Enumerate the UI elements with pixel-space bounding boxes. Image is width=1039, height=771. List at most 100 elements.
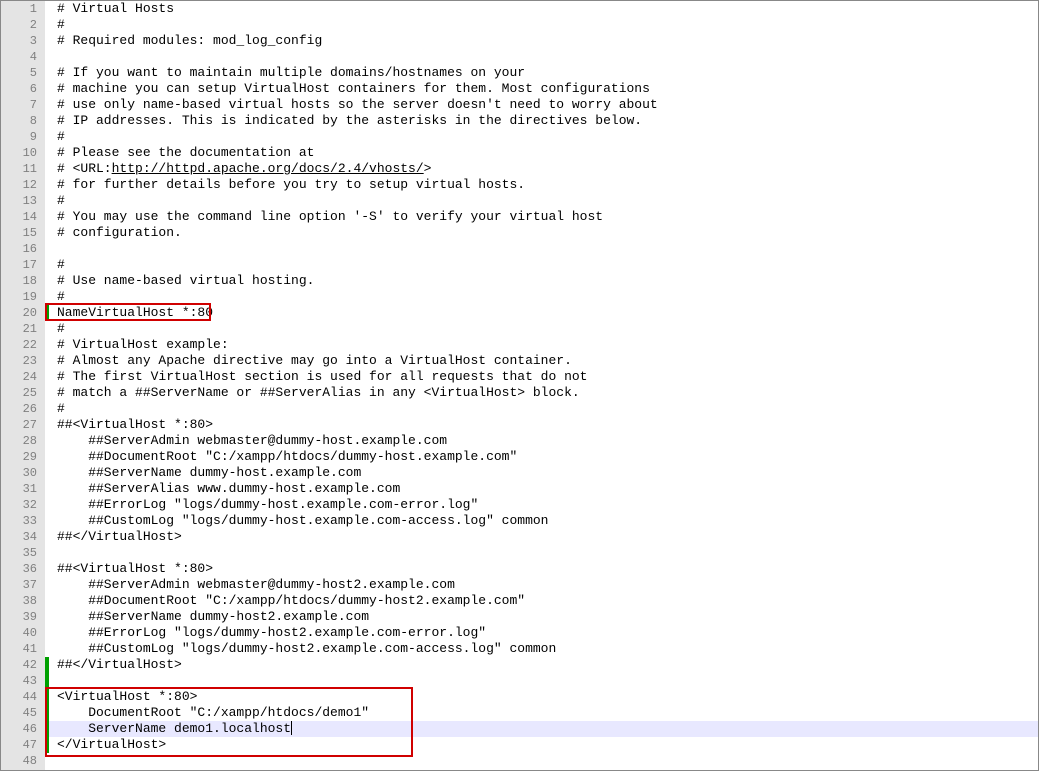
code-line[interactable]: # (45, 193, 1038, 209)
code-line[interactable]: # (45, 289, 1038, 305)
code-line[interactable]: ##ErrorLog "logs/dummy-host2.example.com… (45, 625, 1038, 641)
code-line[interactable]: # (45, 321, 1038, 337)
code-line[interactable]: # for further details before you try to … (45, 177, 1038, 193)
line-number: 4 (1, 49, 45, 65)
code-text: # (45, 321, 65, 336)
line-number: 25 (1, 385, 45, 401)
code-text: ##ErrorLog "logs/dummy-host2.example.com… (45, 625, 486, 640)
line-number: 42 (1, 657, 45, 673)
code-line[interactable]: ##ServerAdmin webmaster@dummy-host2.exam… (45, 577, 1038, 593)
code-text: # Virtual Hosts (45, 1, 174, 16)
line-number: 12 (1, 177, 45, 193)
line-number: 47 (1, 737, 45, 753)
code-line[interactable]: <VirtualHost *:80> (45, 689, 1038, 705)
line-number: 44 (1, 689, 45, 705)
code-line[interactable]: ##</VirtualHost> (45, 657, 1038, 673)
line-number: 34 (1, 529, 45, 545)
code-editor[interactable]: 1234567891011121314151617181920212223242… (1, 1, 1038, 770)
code-line[interactable] (45, 545, 1038, 561)
code-line[interactable]: # Almost any Apache directive may go int… (45, 353, 1038, 369)
line-number: 1 (1, 1, 45, 17)
code-text: # use only name-based virtual hosts so t… (45, 97, 658, 112)
code-line[interactable]: NameVirtualHost *:80 (45, 305, 1038, 321)
code-text: ##<VirtualHost *:80> (45, 561, 213, 576)
code-text: # (45, 17, 65, 32)
code-text: ##DocumentRoot "C:/xampp/htdocs/dummy-ho… (45, 449, 517, 464)
line-number: 15 (1, 225, 45, 241)
code-line[interactable]: ##DocumentRoot "C:/xampp/htdocs/dummy-ho… (45, 449, 1038, 465)
code-text: </VirtualHost> (45, 737, 166, 752)
code-line[interactable]: # machine you can setup VirtualHost cont… (45, 81, 1038, 97)
code-text: ##ErrorLog "logs/dummy-host.example.com-… (45, 497, 478, 512)
code-line[interactable]: ##ServerAlias www.dummy-host.example.com (45, 481, 1038, 497)
code-line[interactable]: # If you want to maintain multiple domai… (45, 65, 1038, 81)
line-number: 29 (1, 449, 45, 465)
code-line[interactable]: # <URL:http://httpd.apache.org/docs/2.4/… (45, 161, 1038, 177)
line-number: 43 (1, 673, 45, 689)
code-text: ##CustomLog "logs/dummy-host2.example.co… (45, 641, 556, 656)
line-number: 40 (1, 625, 45, 641)
code-line[interactable]: ##DocumentRoot "C:/xampp/htdocs/dummy-ho… (45, 593, 1038, 609)
code-text (45, 753, 57, 768)
code-line[interactable]: # Required modules: mod_log_config (45, 33, 1038, 49)
code-line[interactable]: # VirtualHost example: (45, 337, 1038, 353)
code-line[interactable]: # use only name-based virtual hosts so t… (45, 97, 1038, 113)
code-line[interactable]: # IP addresses. This is indicated by the… (45, 113, 1038, 129)
code-text: # (45, 129, 65, 144)
line-number: 5 (1, 65, 45, 81)
code-text: <VirtualHost *:80> (45, 689, 197, 704)
code-line[interactable]: # (45, 129, 1038, 145)
code-line[interactable]: # Please see the documentation at (45, 145, 1038, 161)
code-text (45, 49, 57, 64)
code-line[interactable]: ##ServerAdmin webmaster@dummy-host.examp… (45, 433, 1038, 449)
line-number: 30 (1, 465, 45, 481)
line-number: 26 (1, 401, 45, 417)
line-number-gutter: 1234567891011121314151617181920212223242… (1, 1, 45, 770)
line-number: 21 (1, 321, 45, 337)
line-number: 3 (1, 33, 45, 49)
line-number: 2 (1, 17, 45, 33)
code-line[interactable]: # You may use the command line option '-… (45, 209, 1038, 225)
code-text: # Please see the documentation at (45, 145, 314, 160)
code-line[interactable] (45, 753, 1038, 769)
code-line[interactable]: # (45, 257, 1038, 273)
code-line[interactable]: # The first VirtualHost section is used … (45, 369, 1038, 385)
code-line[interactable] (45, 241, 1038, 257)
code-line[interactable] (45, 673, 1038, 689)
line-number: 23 (1, 353, 45, 369)
code-line[interactable]: ##CustomLog "logs/dummy-host2.example.co… (45, 641, 1038, 657)
code-text: ##ServerAlias www.dummy-host.example.com (45, 481, 400, 496)
code-line[interactable]: # Use name-based virtual hosting. (45, 273, 1038, 289)
code-line[interactable]: # configuration. (45, 225, 1038, 241)
line-number: 7 (1, 97, 45, 113)
code-line[interactable]: ##ErrorLog "logs/dummy-host.example.com-… (45, 497, 1038, 513)
code-text: # (45, 193, 65, 208)
line-number: 39 (1, 609, 45, 625)
code-text: # machine you can setup VirtualHost cont… (45, 81, 650, 96)
code-text: ServerName demo1.localhost (45, 721, 292, 736)
code-line[interactable]: ServerName demo1.localhost (45, 721, 1038, 737)
code-line[interactable]: </VirtualHost> (45, 737, 1038, 753)
code-line[interactable]: # Virtual Hosts (45, 1, 1038, 17)
code-line[interactable]: ##CustomLog "logs/dummy-host.example.com… (45, 513, 1038, 529)
code-line[interactable]: # (45, 401, 1038, 417)
code-text: # The first VirtualHost section is used … (45, 369, 588, 384)
code-line[interactable]: ##ServerName dummy-host2.example.com (45, 609, 1038, 625)
code-line[interactable]: ##</VirtualHost> (45, 529, 1038, 545)
code-line[interactable]: ##<VirtualHost *:80> (45, 417, 1038, 433)
line-number: 46 (1, 721, 45, 737)
code-text: ##CustomLog "logs/dummy-host.example.com… (45, 513, 548, 528)
code-line[interactable]: ##<VirtualHost *:80> (45, 561, 1038, 577)
code-area[interactable]: # Virtual Hosts## Required modules: mod_… (45, 1, 1038, 770)
line-number: 22 (1, 337, 45, 353)
code-line[interactable]: DocumentRoot "C:/xampp/htdocs/demo1" (45, 705, 1038, 721)
code-line[interactable]: ##ServerName dummy-host.example.com (45, 465, 1038, 481)
line-number: 18 (1, 273, 45, 289)
code-line[interactable]: # (45, 17, 1038, 33)
change-marker (45, 689, 49, 705)
code-text (45, 545, 57, 560)
code-line[interactable]: # match a ##ServerName or ##ServerAlias … (45, 385, 1038, 401)
code-line[interactable] (45, 49, 1038, 65)
line-number: 17 (1, 257, 45, 273)
code-text: # (45, 401, 65, 416)
